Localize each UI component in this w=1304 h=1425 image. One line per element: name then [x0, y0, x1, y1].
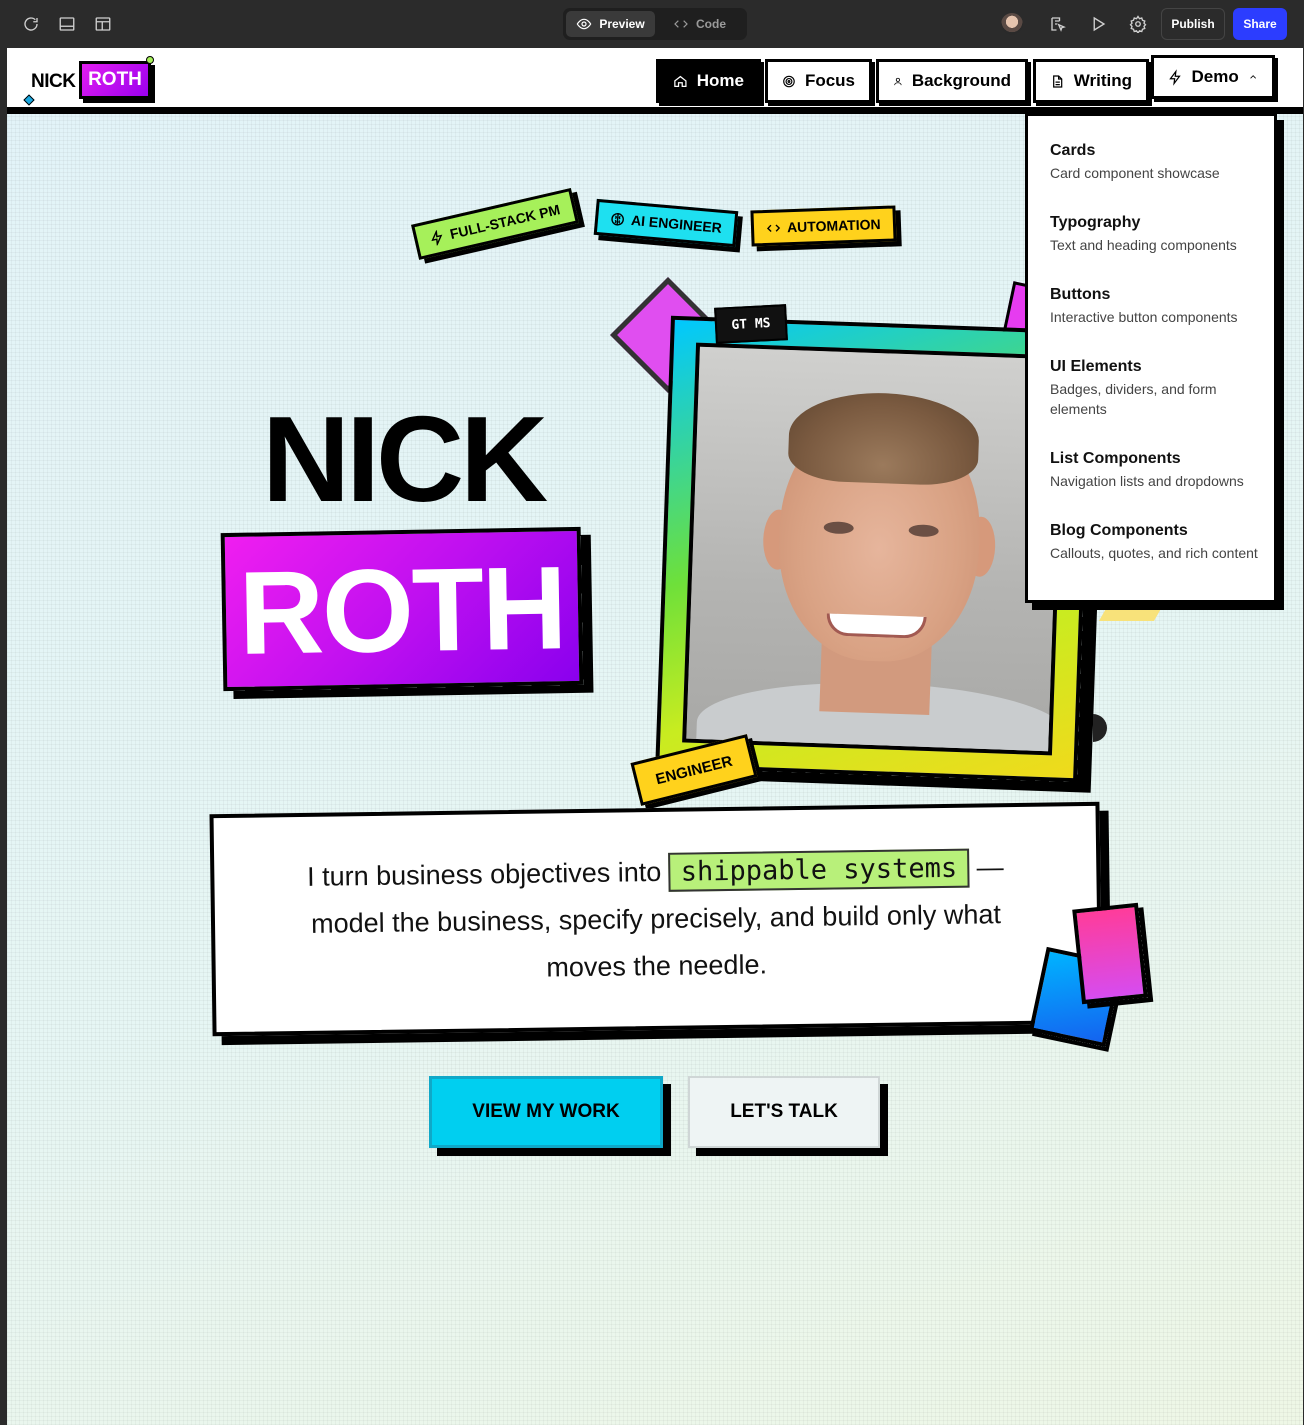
lightning-icon — [431, 228, 443, 247]
share-button[interactable]: Share — [1233, 8, 1287, 40]
dropdown-item-title: Cards — [1050, 142, 1096, 159]
tagline-highlight: shippable systems — [668, 848, 970, 892]
dropdown-item-list-components[interactable]: List Components Navigation lists and dro… — [1050, 449, 1265, 491]
nav-background-label: Background — [911, 71, 1011, 90]
logo-text-roth: ROTH — [79, 61, 151, 99]
preview-mode-button[interactable]: Preview — [566, 11, 655, 37]
dropdown-item-typography[interactable]: Typography Text and heading components — [1050, 213, 1265, 255]
hero-last-name: ROTH — [237, 542, 567, 680]
dropdown-item-title: List Components — [1050, 450, 1181, 467]
tagline-text: I turn business objectives into shippabl… — [274, 843, 1038, 995]
hero-first-name: NICK — [262, 391, 548, 527]
brain-icon — [611, 212, 624, 226]
refresh-icon[interactable] — [19, 12, 43, 36]
tag-label: FULL-STACK PM — [448, 201, 562, 243]
tagline-before: I turn business objectives into — [306, 856, 662, 892]
document-icon — [1053, 74, 1063, 88]
nav-writing[interactable]: Writing — [1033, 59, 1149, 103]
logo-text-nick: NICK — [31, 71, 76, 92]
decorative-dot — [1093, 714, 1107, 742]
site-preview: NICK ROTH Home Focus Background Writing … — [7, 48, 1303, 1425]
decorative-block-pink — [1072, 902, 1148, 1005]
dropdown-item-buttons[interactable]: Buttons Interactive button components — [1050, 285, 1265, 327]
dropdown-item-desc: Card component showcase — [1050, 165, 1220, 181]
code-mode-button[interactable]: Code — [655, 11, 744, 37]
view-mode-toggle: Preview Code — [563, 8, 747, 40]
tag-full-stack-pm: FULL-STACK PM — [411, 188, 579, 260]
nav-focus[interactable]: Focus — [765, 59, 872, 103]
eye-icon — [576, 18, 592, 30]
dropdown-item-ui-elements[interactable]: UI Elements Badges, dividers, and form e… — [1050, 357, 1265, 419]
dropdown-item-title: Blog Components — [1050, 522, 1188, 539]
dropdown-item-desc: Callouts, quotes, and rich content — [1050, 545, 1258, 561]
tag-label: AUTOMATION — [786, 216, 881, 236]
layout-icon[interactable] — [91, 12, 115, 36]
nav-demo-label: Demo — [1191, 67, 1239, 86]
target-icon — [783, 75, 795, 87]
tagline-box: I turn business objectives into shippabl… — [209, 801, 1103, 1037]
lets-talk-button[interactable]: LET'S TALK — [688, 1076, 880, 1148]
lightning-icon — [1169, 68, 1181, 86]
dropdown-item-title: UI Elements — [1050, 358, 1142, 375]
dropdown-item-desc: Text and heading components — [1050, 237, 1237, 253]
preview-mode-label: Preview — [599, 17, 645, 31]
chevron-up-icon — [1250, 75, 1256, 79]
dropdown-item-desc: Navigation lists and dropdowns — [1050, 473, 1244, 489]
nav-home-label: Home — [696, 71, 744, 90]
portrait-photo — [682, 342, 1066, 756]
gear-icon[interactable] — [1126, 12, 1150, 36]
home-icon — [674, 75, 687, 87]
nav-focus-label: Focus — [804, 71, 855, 90]
user-icon — [894, 77, 902, 85]
hero-last-name-block: ROTH — [220, 526, 584, 692]
dropdown-item-blog-components[interactable]: Blog Components Callouts, quotes, and ri… — [1050, 521, 1265, 563]
photo-badge: GT MS — [714, 304, 788, 344]
code-icon — [766, 224, 781, 232]
dropdown-item-title: Buttons — [1050, 286, 1111, 303]
tag-automation: AUTOMATION — [750, 205, 897, 247]
inspect-icon[interactable] — [1046, 12, 1070, 36]
dropdown-item-title: Typography — [1050, 214, 1141, 231]
dropdown-item-desc: Badges, dividers, and form elements — [1050, 381, 1217, 417]
demo-dropdown-menu: Cards Card component showcase Typography… — [1025, 113, 1277, 603]
play-icon[interactable] — [1086, 12, 1110, 36]
nav-background[interactable]: Background — [876, 59, 1028, 103]
panel-bottom-icon[interactable] — [55, 12, 79, 36]
nav-demo[interactable]: Demo — [1151, 55, 1275, 99]
logo-dot — [146, 56, 154, 64]
code-icon — [674, 20, 688, 28]
code-mode-label: Code — [696, 17, 726, 31]
tag-label: AI ENGINEER — [630, 211, 723, 236]
editor-toolbar: Preview Code Publish Share — [0, 0, 1304, 48]
site-header: NICK ROTH Home Focus Background Writing … — [7, 48, 1303, 114]
view-my-work-button[interactable]: VIEW MY WORK — [429, 1076, 663, 1148]
nav-writing-label: Writing — [1073, 71, 1132, 90]
dropdown-item-desc: Interactive button components — [1050, 309, 1238, 325]
dropdown-item-cards[interactable]: Cards Card component showcase — [1050, 141, 1265, 183]
logo-mark — [23, 94, 35, 106]
publish-button[interactable]: Publish — [1161, 8, 1225, 40]
nav-home[interactable]: Home — [656, 59, 761, 103]
user-avatar[interactable] — [1001, 13, 1023, 35]
site-logo[interactable]: NICK ROTH — [23, 56, 154, 108]
tag-ai-engineer: AI ENGINEER — [593, 198, 739, 248]
